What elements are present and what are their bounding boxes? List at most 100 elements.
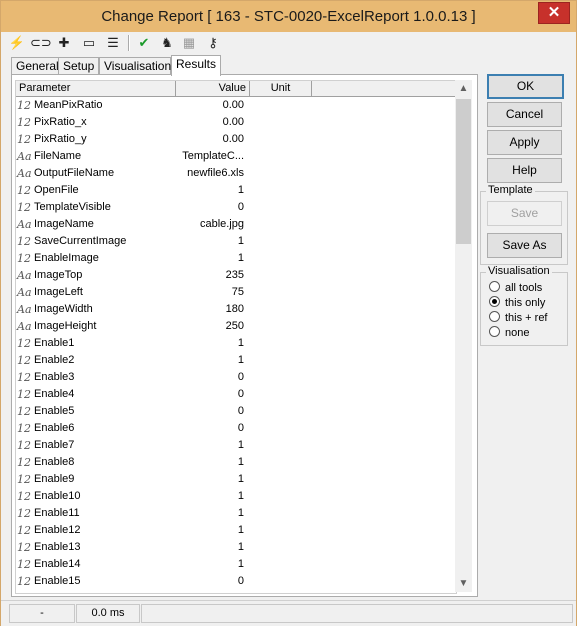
template-group-label: Template bbox=[486, 184, 535, 196]
help-button[interactable]: Help bbox=[487, 158, 562, 183]
save-button[interactable]: Save bbox=[487, 201, 562, 226]
radio-all-tools[interactable]: all tools bbox=[489, 281, 542, 296]
ok-button[interactable]: OK bbox=[487, 74, 564, 99]
table-row[interactable]: 12 Enable1 1 bbox=[16, 335, 456, 352]
numeric-type-icon: 12 bbox=[17, 201, 31, 214]
checkmark-icon[interactable]: ✔ bbox=[135, 34, 153, 52]
table-row[interactable]: 12 Enable2 1 bbox=[16, 352, 456, 369]
text-type-icon: Aa bbox=[17, 167, 32, 180]
table-row[interactable]: 12 PixRatio_x 0.00 bbox=[16, 114, 456, 131]
parameter-name: Enable5 bbox=[34, 405, 75, 417]
parameter-name: SaveCurrentImage bbox=[34, 235, 127, 247]
column-header-parameter[interactable]: Parameter bbox=[16, 81, 176, 96]
table-row[interactable]: 12 Enable7 1 bbox=[16, 437, 456, 454]
table-row[interactable]: 12 Enable11 1 bbox=[16, 505, 456, 522]
text-type-icon: Aa bbox=[17, 218, 32, 231]
parameter-value: 1 bbox=[237, 337, 244, 349]
table-row[interactable]: 12 Enable5 0 bbox=[16, 403, 456, 420]
tab-visualisation[interactable]: Visualisation bbox=[99, 57, 171, 75]
table-row[interactable]: 12 Enable10 1 bbox=[16, 488, 456, 505]
table-row[interactable]: 12 Enable3 0 bbox=[16, 369, 456, 386]
vertical-scrollbar[interactable]: ▲ ▼ bbox=[455, 80, 472, 592]
parameter-value: 1 bbox=[237, 456, 244, 468]
status-field-1: - bbox=[9, 604, 75, 623]
parameter-name: Enable14 bbox=[34, 558, 81, 570]
parameter-value: 1 bbox=[237, 439, 244, 451]
parameter-name: PixRatio_y bbox=[34, 133, 87, 145]
list-icon[interactable]: ☰ bbox=[104, 34, 122, 52]
table-row[interactable]: 12 EnableImage 1 bbox=[16, 250, 456, 267]
parameter-value: 0 bbox=[237, 422, 244, 434]
parameter-name: Enable15 bbox=[34, 575, 81, 587]
cancel-button[interactable]: Cancel bbox=[487, 102, 562, 127]
key-icon[interactable]: ⚷ bbox=[204, 34, 222, 52]
tab-setup[interactable]: Setup bbox=[58, 57, 99, 75]
link-icon[interactable]: ⊂⊃ bbox=[30, 34, 52, 52]
table-row[interactable]: 12 OpenFile 1 bbox=[16, 182, 456, 199]
tab-general[interactable]: General bbox=[11, 57, 59, 75]
table-row[interactable]: 12 Enable9 1 bbox=[16, 471, 456, 488]
table-row[interactable]: 12 Enable15 0 bbox=[16, 573, 456, 590]
chart-icon[interactable]: ▦ bbox=[180, 34, 198, 52]
table-row[interactable]: 12 Enable6 0 bbox=[16, 420, 456, 437]
radio-button-selected-icon[interactable] bbox=[489, 296, 500, 307]
lightning-icon[interactable]: ⚡ bbox=[8, 34, 26, 52]
parameter-value: 0 bbox=[237, 371, 244, 383]
radio-this-only[interactable]: this only bbox=[489, 296, 545, 311]
numeric-type-icon: 12 bbox=[17, 422, 31, 435]
results-panel: Parameter Value Unit 12 MeanPixRatio 0.00 1… bbox=[11, 74, 478, 597]
console-icon[interactable]: ▭ bbox=[80, 34, 98, 52]
numeric-type-icon: 12 bbox=[17, 133, 31, 146]
parameter-value: 1 bbox=[237, 354, 244, 366]
title-bar[interactable]: Change Report [ 163 - STC-0020-ExcelRepo… bbox=[1, 1, 576, 32]
parameter-value: 75 bbox=[231, 286, 244, 298]
radio-button-icon[interactable] bbox=[489, 311, 500, 322]
table-row[interactable]: Aa ImageHeight 250 bbox=[16, 318, 456, 335]
table-row[interactable]: 12 Enable8 1 bbox=[16, 454, 456, 471]
column-header-unit[interactable]: Unit bbox=[250, 81, 312, 96]
numeric-type-icon: 12 bbox=[17, 558, 31, 571]
run-icon[interactable]: ♞ bbox=[158, 34, 176, 52]
table-row[interactable]: 12 MeanPixRatio 0.00 bbox=[16, 97, 456, 114]
apply-button[interactable]: Apply bbox=[487, 130, 562, 155]
scroll-up-icon[interactable]: ▲ bbox=[455, 80, 472, 97]
numeric-type-icon: 12 bbox=[17, 490, 31, 503]
parameter-name: EnableImage bbox=[34, 252, 99, 264]
table-row[interactable]: Aa ImageWidth 180 bbox=[16, 301, 456, 318]
parameter-value: 1 bbox=[237, 473, 244, 485]
table-row[interactable]: 12 TemplateVisible 0 bbox=[16, 199, 456, 216]
table-row[interactable]: 12 Enable4 0 bbox=[16, 386, 456, 403]
tab-results[interactable]: Results bbox=[171, 55, 221, 76]
text-type-icon: Aa bbox=[17, 303, 32, 316]
numeric-type-icon: 12 bbox=[17, 405, 31, 418]
status-bar: - 0.0 ms bbox=[1, 600, 576, 626]
table-row[interactable]: 12 Enable14 1 bbox=[16, 556, 456, 573]
puzzle-icon[interactable]: ✚ bbox=[55, 34, 73, 52]
radio-button-icon[interactable] bbox=[489, 326, 500, 337]
table-row[interactable]: Aa ImageName cable.jpg bbox=[16, 216, 456, 233]
table-row[interactable]: Aa OutputFileName newfile6.xls bbox=[16, 165, 456, 182]
radio-button-icon[interactable] bbox=[489, 281, 500, 292]
table-row[interactable]: 12 Enable12 1 bbox=[16, 522, 456, 539]
status-field-3 bbox=[141, 604, 573, 623]
table-row[interactable]: 12 SaveCurrentImage 1 bbox=[16, 233, 456, 250]
table-row[interactable]: Aa ImageLeft 75 bbox=[16, 284, 456, 301]
table-row[interactable]: 12 PixRatio_y 0.00 bbox=[16, 131, 456, 148]
table-row[interactable]: Aa ImageTop 235 bbox=[16, 267, 456, 284]
radio-none[interactable]: none bbox=[489, 326, 529, 341]
save-as-button[interactable]: Save As bbox=[487, 233, 562, 258]
radio-label: this only bbox=[505, 297, 546, 309]
grid-header: Parameter Value Unit bbox=[16, 81, 456, 97]
radio-this-plus-ref[interactable]: this + ref bbox=[489, 311, 548, 326]
table-row[interactable]: Aa FileName TemplateC... bbox=[16, 148, 456, 165]
text-type-icon: Aa bbox=[17, 320, 32, 333]
numeric-type-icon: 12 bbox=[17, 235, 31, 248]
scroll-thumb[interactable] bbox=[456, 99, 471, 244]
numeric-type-icon: 12 bbox=[17, 541, 31, 554]
scroll-down-icon[interactable]: ▼ bbox=[455, 575, 472, 592]
table-row[interactable]: 12 Enable13 1 bbox=[16, 539, 456, 556]
numeric-type-icon: 12 bbox=[17, 337, 31, 350]
column-header-value[interactable]: Value bbox=[176, 81, 250, 96]
parameter-name: Enable6 bbox=[34, 422, 75, 434]
close-button[interactable]: ✕ bbox=[538, 2, 570, 24]
